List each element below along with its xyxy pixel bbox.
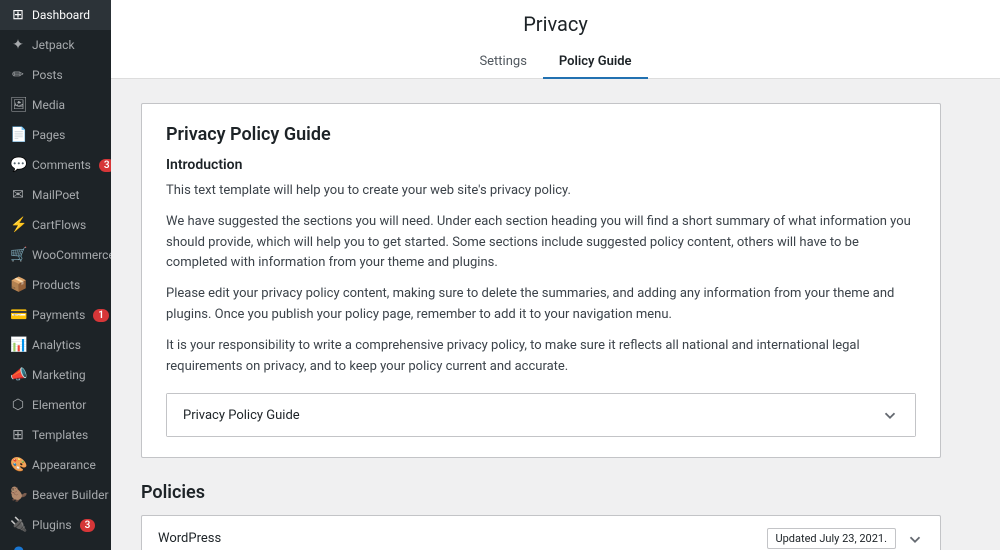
- sidebar-label: Pages: [32, 128, 65, 142]
- chevron-down-icon: [881, 406, 899, 424]
- sidebar-item-media[interactable]: 🖼 Media: [0, 90, 111, 120]
- beaver-builder-icon: 🦫: [10, 487, 26, 503]
- policy-name: WordPress: [158, 531, 221, 546]
- media-icon: 🖼: [10, 97, 26, 113]
- marketing-icon: 📣: [10, 367, 26, 383]
- sidebar-label: Analytics: [32, 338, 81, 352]
- policies-section: Policies WordPress Updated July 23, 2021.…: [141, 482, 941, 550]
- sidebar-item-elementor[interactable]: ⬡ Elementor: [0, 390, 111, 420]
- appearance-icon: 🎨: [10, 457, 26, 473]
- sidebar-item-pages[interactable]: 📄 Pages: [0, 120, 111, 150]
- analytics-icon: 📊: [10, 337, 26, 353]
- dashboard-icon: ⊞: [10, 7, 26, 23]
- sidebar-item-marketing[interactable]: 📣 Marketing: [0, 360, 111, 390]
- sidebar-label: Dashboard: [32, 8, 90, 22]
- accordion-header[interactable]: Privacy Policy Guide: [167, 394, 915, 436]
- sidebar-label: Posts: [32, 68, 63, 82]
- sidebar-label: CartFlows: [32, 218, 86, 232]
- products-icon: 📦: [10, 277, 26, 293]
- sidebar-label: Appearance: [32, 458, 96, 472]
- comments-icon: 💬: [10, 157, 26, 173]
- sidebar-label: Plugins: [32, 518, 72, 532]
- content-paragraph: It is your responsibility to write a com…: [166, 336, 916, 378]
- policies-title: Policies: [141, 482, 941, 503]
- sidebar-item-analytics[interactable]: 📊 Analytics: [0, 330, 111, 360]
- tab-settings[interactable]: Settings: [463, 46, 542, 79]
- sidebar-label: Payments: [32, 308, 85, 322]
- elementor-icon: ⬡: [10, 397, 26, 413]
- sidebar-label: Templates: [32, 428, 88, 442]
- sidebar-item-products[interactable]: 📦 Products: [0, 270, 111, 300]
- woocommerce-icon: 🛒: [10, 247, 26, 263]
- sidebar-label: Jetpack: [32, 38, 75, 52]
- sidebar-item-appearance[interactable]: 🎨 Appearance: [0, 450, 111, 480]
- tab-policy-guide[interactable]: Policy Guide: [543, 46, 648, 79]
- sidebar-label: WooCommerce: [32, 248, 111, 262]
- sidebar-label: Marketing: [32, 368, 86, 382]
- policy-badge: Updated July 23, 2021.: [767, 528, 897, 549]
- policy-list: WordPressUpdated July 23, 2021.Beaver Bu…: [141, 515, 941, 550]
- plugins-icon: 🔌: [10, 517, 26, 533]
- chevron-down-icon: [906, 530, 924, 548]
- sidebar-label: Comments: [32, 158, 91, 172]
- sidebar: ⊞ Dashboard ✦ Jetpack ✏ Posts 🖼 Media 📄 Pages 💬 Com…: [0, 0, 111, 550]
- badge: 3: [99, 159, 111, 172]
- sidebar-label: MailPoet: [32, 188, 79, 202]
- sidebar-label: Elementor: [32, 398, 86, 412]
- sidebar-label: Media: [32, 98, 65, 112]
- sidebar-item-posts[interactable]: ✏ Posts: [0, 60, 111, 90]
- page-header: Privacy SettingsPolicy Guide: [111, 0, 1000, 79]
- sidebar-item-cartflows[interactable]: ⚡ CartFlows: [0, 210, 111, 240]
- badge: 1: [93, 309, 109, 322]
- privacy-policy-guide-accordion[interactable]: Privacy Policy Guide: [166, 393, 916, 437]
- tabs: SettingsPolicy Guide: [131, 46, 980, 78]
- sidebar-item-payments[interactable]: 💳 Payments 1: [0, 300, 111, 330]
- sidebar-item-users[interactable]: 👤Users: [0, 540, 111, 550]
- sidebar-item-dashboard[interactable]: ⊞ Dashboard: [0, 0, 111, 30]
- content-paragraph: Please edit your privacy policy content,…: [166, 284, 916, 326]
- sidebar-item-plugins[interactable]: 🔌 Plugins 3: [0, 510, 111, 540]
- accordion-label: Privacy Policy Guide: [183, 408, 300, 423]
- content-box: Privacy Policy Guide Introduction This t…: [141, 103, 941, 458]
- sidebar-item-mailpoet[interactable]: ✉ MailPoet: [0, 180, 111, 210]
- jetpack-icon: ✦: [10, 37, 26, 53]
- policy-row[interactable]: WordPress Updated July 23, 2021.: [142, 516, 940, 550]
- sidebar-item-woocommerce[interactable]: 🛒 WooCommerce: [0, 240, 111, 270]
- mailpoet-icon: ✉: [10, 187, 26, 203]
- page-title: Privacy: [131, 12, 980, 36]
- sidebar-label: Products: [32, 278, 80, 292]
- pages-icon: 📄: [10, 127, 26, 143]
- policy-right: Updated July 23, 2021.: [767, 528, 925, 549]
- templates-icon: ⊞: [10, 427, 26, 443]
- sidebar-item-beaver-builder[interactable]: 🦫 Beaver Builder: [0, 480, 111, 510]
- badge: 3: [80, 519, 96, 532]
- cartflows-icon: ⚡: [10, 217, 26, 233]
- main-area: Privacy SettingsPolicy Guide Privacy Pol…: [111, 0, 1000, 550]
- content-paragraph: We have suggested the sections you will …: [166, 212, 916, 274]
- section-title: Privacy Policy Guide: [166, 124, 916, 145]
- sidebar-item-templates[interactable]: ⊞ Templates: [0, 420, 111, 450]
- intro-heading: Introduction: [166, 157, 916, 173]
- content-paragraph: This text template will help you to crea…: [166, 181, 916, 202]
- sidebar-item-comments[interactable]: 💬 Comments 3: [0, 150, 111, 180]
- paragraphs-container: This text template will help you to crea…: [166, 181, 916, 377]
- content-area: Privacy Policy Guide Introduction This t…: [111, 79, 1000, 550]
- posts-icon: ✏: [10, 67, 26, 83]
- sidebar-label: Beaver Builder: [32, 488, 109, 502]
- payments-icon: 💳: [10, 307, 26, 323]
- sidebar-item-jetpack[interactable]: ✦ Jetpack: [0, 30, 111, 60]
